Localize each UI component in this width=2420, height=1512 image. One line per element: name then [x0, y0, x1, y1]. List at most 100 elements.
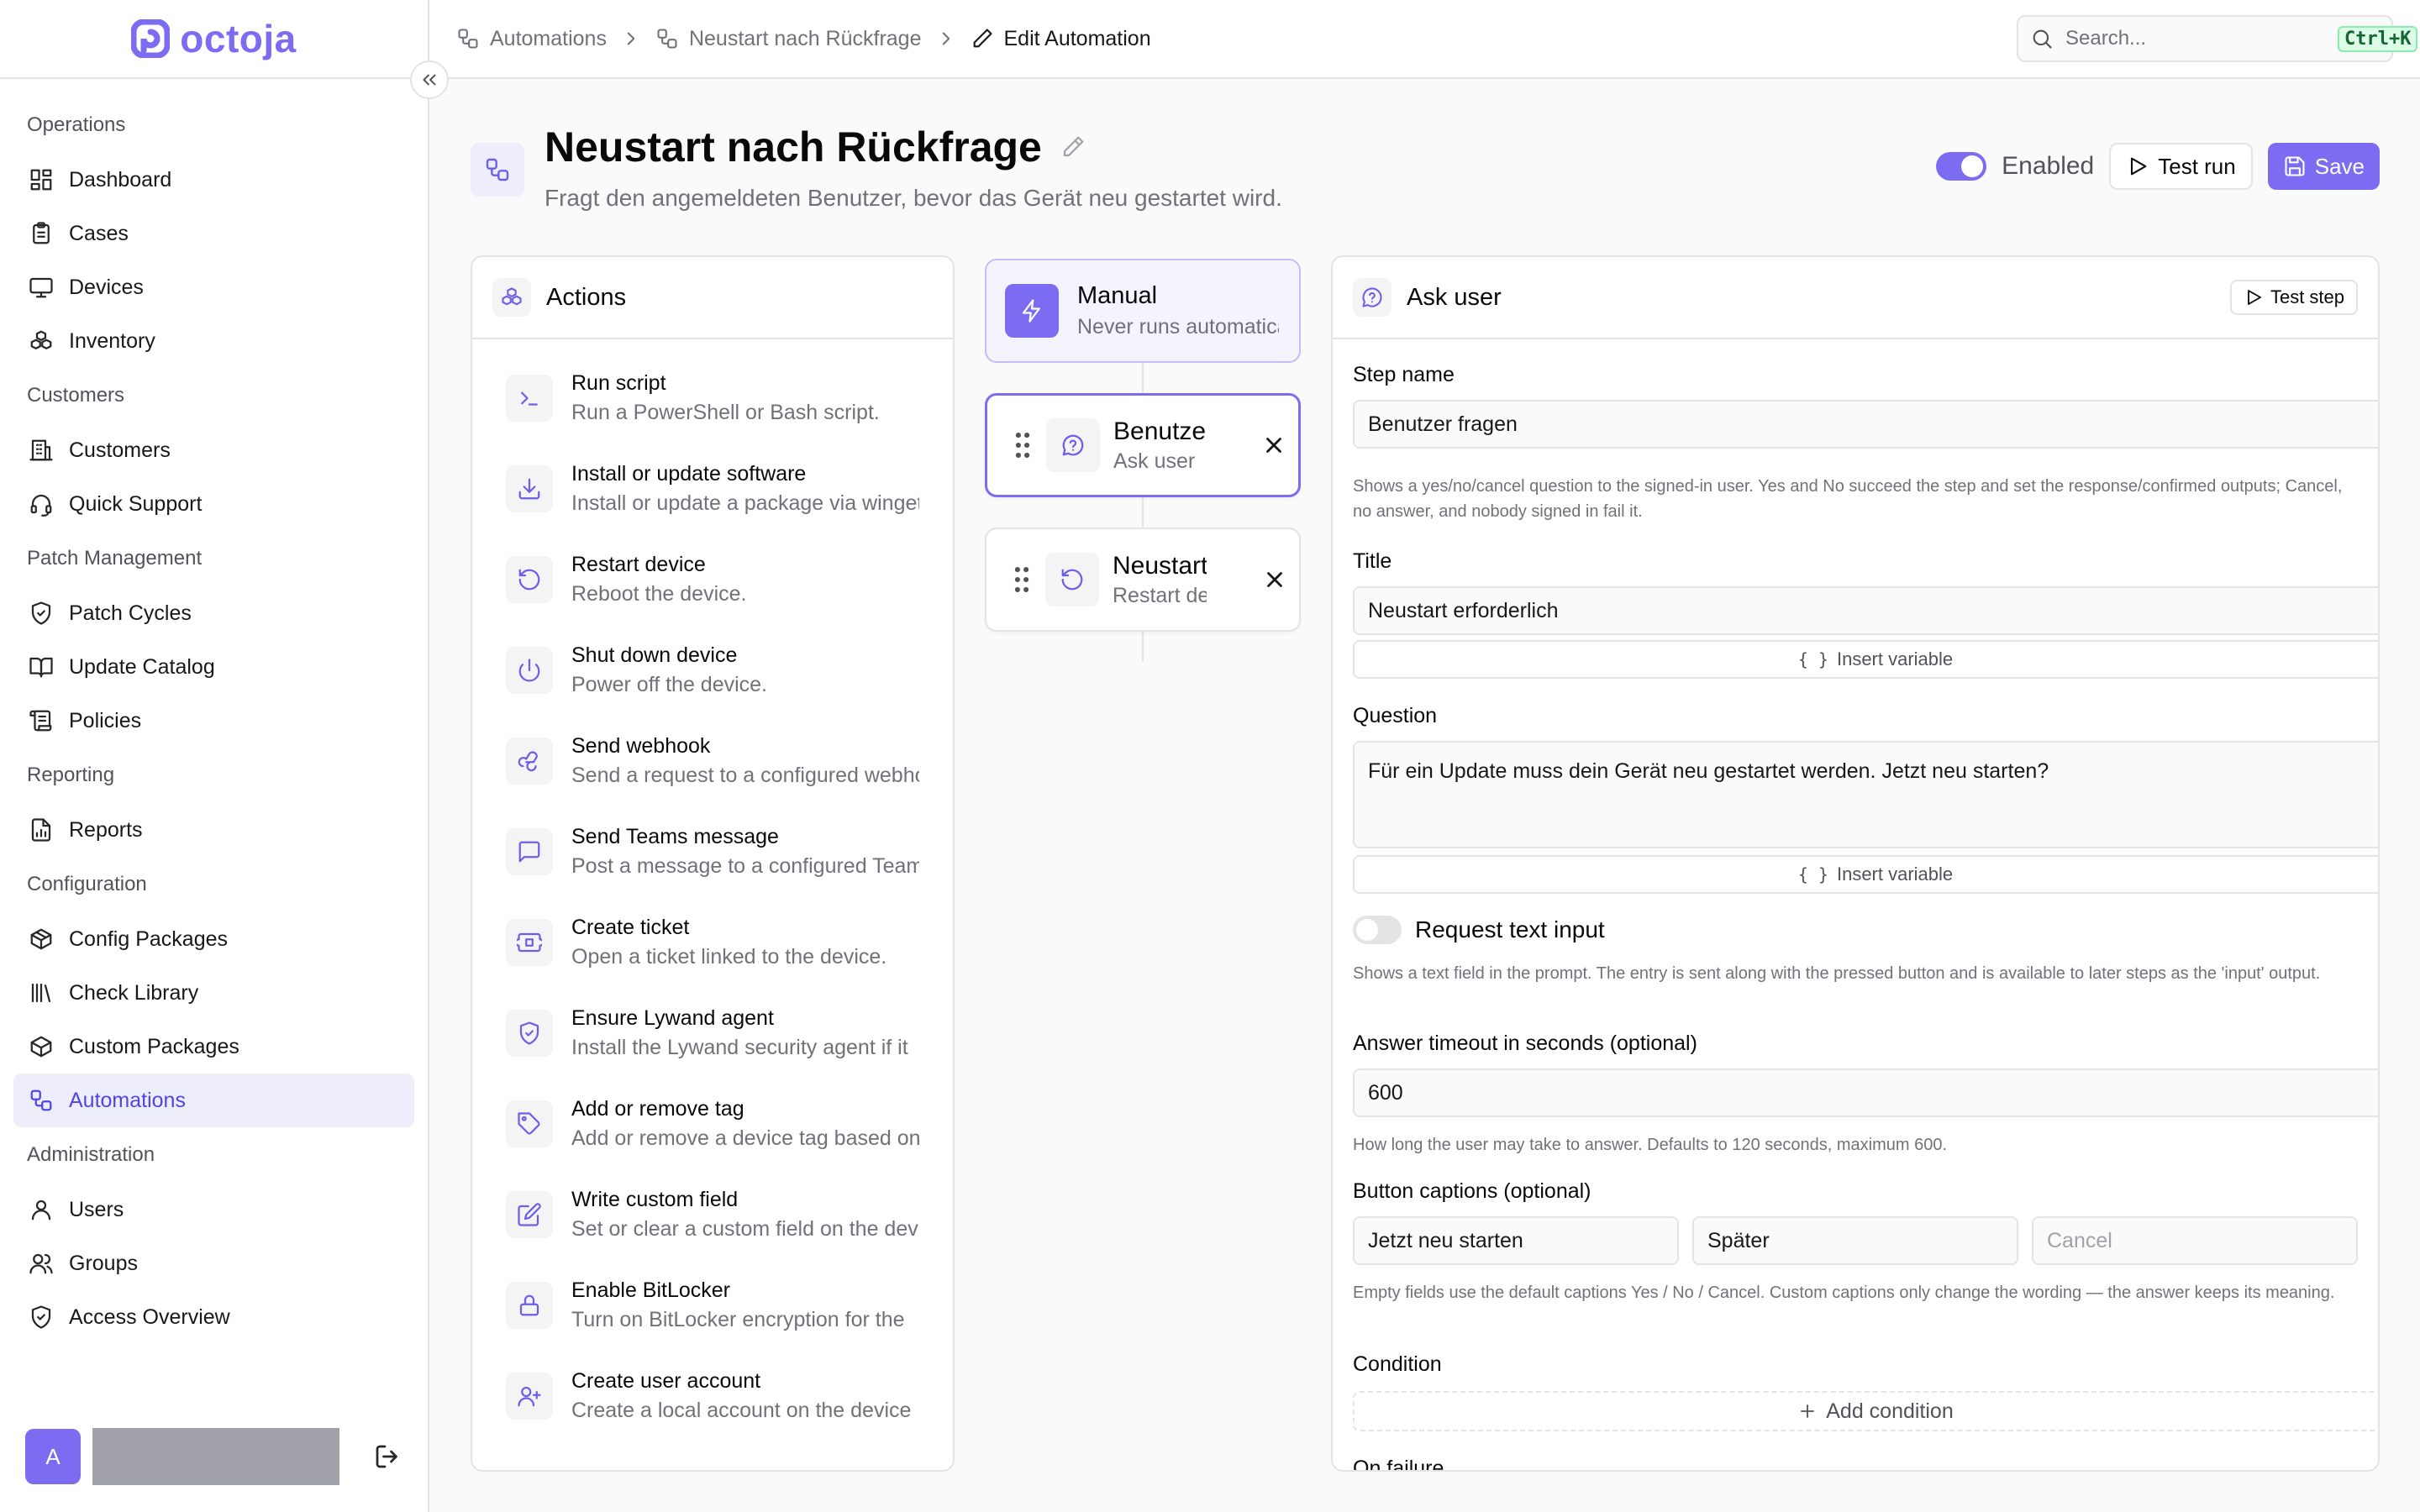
action-desc: Install or update a package via winget: [571, 491, 919, 515]
enabled-toggle[interactable]: [1936, 152, 1987, 181]
drag-handle-icon[interactable]: [1012, 565, 1032, 594]
drag-handle-icon[interactable]: [1013, 431, 1033, 459]
step-subtitle: Restart device: [1113, 583, 1207, 607]
action-send-teams-message[interactable]: Send Teams message Post a message to a co…: [506, 806, 919, 897]
sidebar-item-custom-packages[interactable]: Custom Packages: [13, 1020, 414, 1074]
add-condition-button[interactable]: Add condition: [1353, 1391, 2378, 1431]
trigger-title: Manual: [1077, 282, 1158, 309]
sidebar-item-reports[interactable]: Reports: [13, 803, 414, 857]
save-icon: [2283, 155, 2307, 178]
insert-variable-label: Insert variable: [1836, 648, 1954, 669]
action-desc: Open a ticket linked to the device.: [571, 945, 887, 969]
sidebar-item-patch-cycles[interactable]: Patch Cycles: [13, 586, 414, 640]
workflow-icon: [29, 1088, 54, 1113]
question-textarea[interactable]: Für ein Update muss dein Gerät neu gesta…: [1353, 741, 2378, 848]
workflow-icon: [471, 143, 524, 197]
clipboard-icon: [29, 221, 54, 246]
logout-icon[interactable]: [372, 1441, 402, 1472]
step-name-input[interactable]: Benutzer fragen: [1353, 400, 2378, 449]
sidebar-item-check-library[interactable]: Check Library: [13, 966, 414, 1020]
insert-variable-button[interactable]: { } Insert variable: [1353, 640, 2378, 679]
action-ensure-lywand-agent[interactable]: Ensure Lywand agent Install the Lywand se…: [506, 988, 919, 1079]
package-plus-icon: [29, 1034, 54, 1059]
test-step-button[interactable]: Test step: [2229, 280, 2358, 315]
search-box[interactable]: Ctrl+K: [2017, 15, 2418, 62]
sidebar-item-users[interactable]: Users: [13, 1183, 414, 1236]
edit-title-icon[interactable]: [1060, 134, 1086, 160]
action-desc: Set or clear a custom field on the devic…: [571, 1217, 919, 1241]
action-send-webhook[interactable]: Send webhook Send a request to a configur…: [506, 716, 919, 806]
sidebar-item-dashboard[interactable]: Dashboard: [13, 153, 414, 207]
page-header: Neustart nach Rückfrage Fragt den angeme…: [471, 118, 2380, 218]
action-run-script[interactable]: Run script Run a PowerShell or Bash scrip…: [506, 353, 919, 444]
action-enable-bitlocker[interactable]: Enable BitLocker Turn on BitLocker encryp…: [506, 1260, 919, 1351]
sidebar-item-label: Cases: [69, 221, 129, 245]
sidebar-item-label: Devices: [69, 275, 144, 299]
action-create-ticket[interactable]: Create ticket Open a ticket linked to the…: [506, 897, 919, 988]
insert-variable-button[interactable]: { } Insert variable: [1353, 855, 2378, 894]
user-icon: [29, 1197, 54, 1222]
request-text-input-toggle[interactable]: [1353, 916, 1402, 944]
action-name: Restart device: [571, 553, 706, 576]
sidebar-item-config-packages[interactable]: Config Packages: [13, 912, 414, 966]
nav-group-patch-management: Patch Management: [27, 547, 203, 570]
collapse-sidebar-button[interactable]: [410, 60, 449, 99]
flow-step-restart[interactable]: Neustart Restart device: [985, 528, 1301, 632]
insert-variable-label: Insert variable: [1836, 864, 1954, 885]
flow-step-ask-user[interactable]: Benutzer fragen Ask user: [985, 393, 1301, 497]
package-icon: [29, 927, 54, 952]
sidebar-item-label: Inventory: [69, 328, 155, 353]
step-title: Benutzer fragen: [1113, 417, 1207, 445]
test-run-button[interactable]: Test run: [2109, 143, 2253, 190]
caption-yes-input[interactable]: Jetzt neu starten: [1353, 1216, 1679, 1265]
play-icon: [2244, 287, 2264, 307]
caption-no-input[interactable]: Später: [1692, 1216, 2018, 1265]
title-input[interactable]: Neustart erforderlich: [1353, 586, 2378, 635]
sidebar-item-devices[interactable]: Devices: [13, 260, 414, 314]
save-button[interactable]: Save: [2267, 143, 2380, 190]
page-subtitle: Fragt den angemeldeten Benutzer, bevor d…: [544, 185, 1282, 211]
play-icon: [2126, 155, 2149, 178]
sidebar-item-update-catalog[interactable]: Update Catalog: [13, 640, 414, 694]
sidebar-item-access-overview[interactable]: Access Overview: [13, 1290, 414, 1344]
avatar[interactable]: A: [25, 1429, 81, 1484]
sidebar-item-groups[interactable]: Groups: [13, 1236, 414, 1290]
page-title: Neustart nach Rückfrage: [544, 123, 1042, 171]
breadcrumb-automation-name[interactable]: Neustart nach Rückfrage: [655, 27, 922, 51]
breadcrumb-label: Automations: [490, 26, 607, 50]
action-shut-down[interactable]: Shut down device Power off the device.: [506, 625, 919, 716]
action-write-custom-field[interactable]: Write custom field Set or clear a custom …: [506, 1169, 919, 1260]
breadcrumb-automations[interactable]: Automations: [456, 27, 607, 51]
sidebar-item-customers[interactable]: Customers: [13, 423, 414, 477]
sidebar-item-inventory[interactable]: Inventory: [13, 314, 414, 368]
remove-step-icon[interactable]: [1261, 433, 1286, 458]
search-input[interactable]: [2065, 27, 2326, 50]
logo-text: octoja: [180, 17, 297, 60]
webhook-icon: [506, 738, 553, 785]
action-create-user-account[interactable]: Create user account Create a local accoun…: [506, 1351, 919, 1441]
breadcrumb-label: Edit Automation: [1003, 26, 1151, 50]
action-add-remove-tag[interactable]: Add or remove tag Add or remove a device …: [506, 1079, 919, 1169]
captions-label: Button captions (optional): [1353, 1179, 1591, 1203]
restart-icon: [1045, 553, 1099, 606]
sidebar-item-label: Automations: [69, 1088, 186, 1112]
sidebar-item-label: Patch Cycles: [69, 601, 192, 625]
sidebar-item-label: Quick Support: [69, 491, 203, 516]
timeout-input[interactable]: 600: [1353, 1068, 2378, 1117]
sidebar-item-cases[interactable]: Cases: [13, 207, 414, 260]
timeout-label: Answer timeout in seconds (optional): [1353, 1032, 1697, 1055]
sidebar-item-policies[interactable]: Policies: [13, 694, 414, 748]
monitor-icon: [29, 275, 54, 300]
action-restart-device[interactable]: Restart device Reboot the device.: [506, 534, 919, 625]
caption-cancel-input[interactable]: Cancel: [2032, 1216, 2358, 1265]
logo[interactable]: octoja: [0, 0, 428, 79]
sidebar-item-quick-support[interactable]: Quick Support: [13, 477, 414, 531]
sidebar-item-automations[interactable]: Automations: [13, 1074, 414, 1127]
remove-step-icon[interactable]: [1262, 567, 1287, 592]
trigger-card[interactable]: Manual Never runs automatically: [985, 259, 1301, 363]
message-icon: [506, 828, 553, 875]
chevrons-left-icon: [423, 74, 436, 86]
action-name: Send webhook: [571, 734, 711, 758]
title-label: Title: [1353, 549, 1392, 573]
action-install-software[interactable]: Install or update software Install or upd…: [506, 444, 919, 534]
